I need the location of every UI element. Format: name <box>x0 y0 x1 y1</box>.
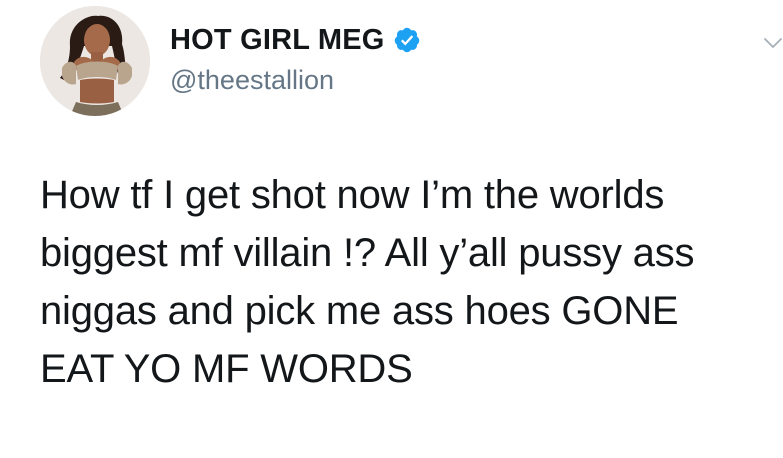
chevron-down-icon[interactable] <box>762 34 783 52</box>
tweet-text: How tf I get shot now I’m the worlds big… <box>40 173 695 391</box>
user-handle[interactable]: @theestallion <box>170 65 334 95</box>
verified-badge-icon <box>393 26 421 54</box>
display-name[interactable]: HOT GIRL MEG <box>170 24 385 56</box>
profile-photo <box>40 6 150 116</box>
author-row: HOT GIRL MEG <box>170 24 421 56</box>
avatar[interactable] <box>40 6 150 116</box>
